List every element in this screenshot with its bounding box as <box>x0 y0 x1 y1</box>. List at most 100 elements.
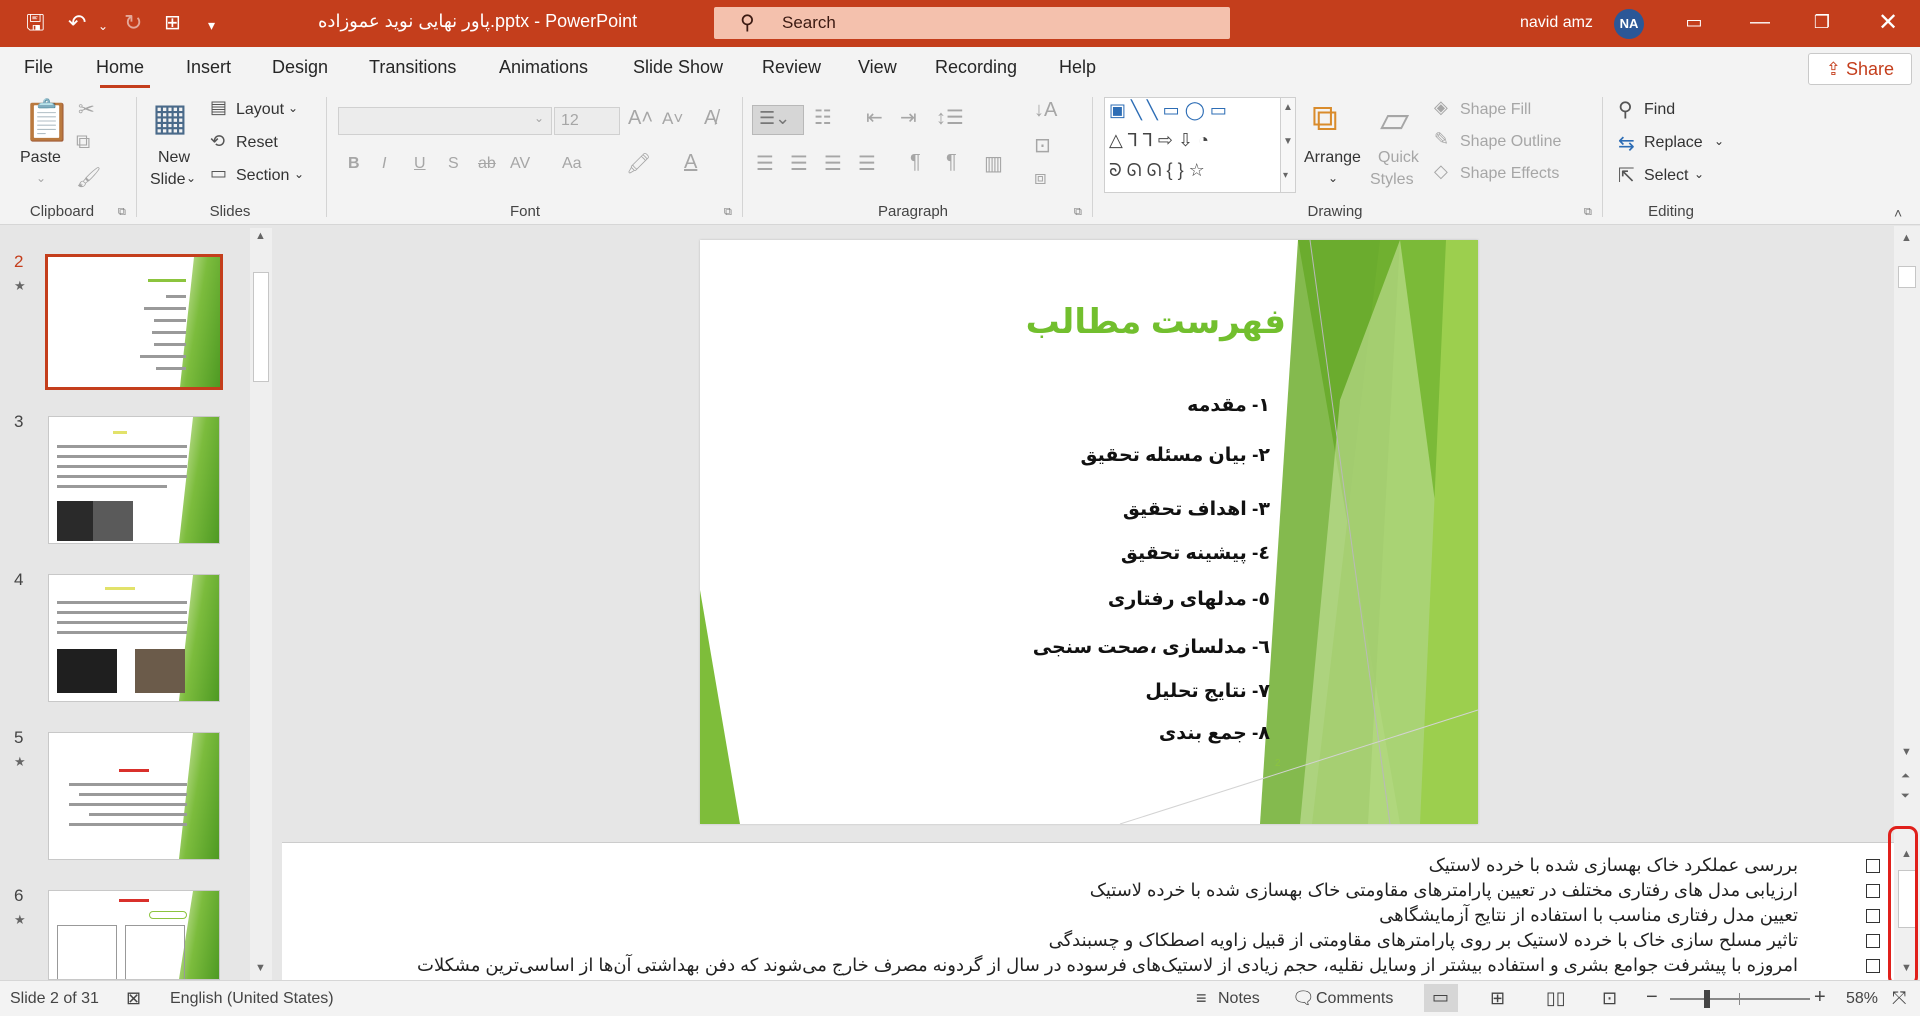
shadow-button[interactable]: S <box>448 155 459 173</box>
quick-styles-label-2[interactable]: Styles <box>1370 171 1414 189</box>
slideshow-view-icon[interactable]: ⊡ <box>1602 988 1617 1009</box>
language-indicator[interactable]: English (United States) <box>170 990 334 1008</box>
accessibility-icon[interactable]: ⊠ <box>126 988 141 1009</box>
text-direction-icon[interactable]: ↓A <box>1034 99 1057 122</box>
zoom-in-icon[interactable]: + <box>1814 986 1826 1009</box>
current-slide[interactable]: فهرست مطالب ۱- مقدمه ۲- بیان مسئله تحقیق… <box>700 240 1478 824</box>
tab-home[interactable]: Home <box>96 57 144 78</box>
clipboard-launcher-icon[interactable]: ⧉ <box>118 206 126 219</box>
columns-icon[interactable]: ▥ <box>984 151 1003 176</box>
shapes-row-3-icon[interactable]: ᘐᘏᘏ{}☆ <box>1109 160 1210 181</box>
paste-icon[interactable]: 📋 <box>22 97 72 144</box>
character-spacing-button[interactable]: AV <box>510 155 530 173</box>
line-spacing-icon[interactable]: ↕☰ <box>936 105 964 130</box>
section-button[interactable]: Section <box>236 167 289 185</box>
replace-button[interactable]: Replace <box>1644 134 1703 152</box>
gallery-more-icon[interactable]: ▾ <box>1283 170 1288 181</box>
shapes-row-2-icon[interactable]: △⅂⅂⇨⇩◔ <box>1109 130 1214 151</box>
bullets-button[interactable]: ☰⌄ <box>752 105 804 135</box>
format-painter-icon[interactable]: 🖌 <box>76 165 101 190</box>
scroll-up-icon[interactable]: ▲ <box>1901 232 1912 244</box>
align-left-icon[interactable]: ☰ <box>756 151 774 176</box>
reading-view-icon[interactable]: ▯▯ <box>1546 988 1566 1009</box>
shapes-gallery[interactable]: ▣╲╲▭◯▭ △⅂⅂⇨⇩◔ ᘐᘏᘏ{}☆ <box>1104 97 1286 193</box>
collapse-ribbon-icon[interactable]: ˄ <box>1894 205 1902 221</box>
drawing-launcher-icon[interactable]: ⧉ <box>1584 206 1592 219</box>
reset-button[interactable]: Reset <box>236 134 278 152</box>
align-text-icon[interactable]: ⊡ <box>1034 133 1051 158</box>
layout-icon[interactable]: ▤ <box>210 97 227 118</box>
rtl-icon[interactable]: ¶ <box>946 151 957 174</box>
slide-thumbnail-2[interactable] <box>45 254 223 390</box>
cut-icon[interactable]: ✂ <box>78 97 95 122</box>
fit-slide-icon[interactable]: ⤧ <box>1892 988 1906 1009</box>
zoom-out-icon[interactable]: − <box>1646 986 1658 1009</box>
align-center-icon[interactable]: ☰ <box>790 151 808 176</box>
find-button[interactable]: Find <box>1644 101 1675 119</box>
thumbnail-scrollbar[interactable]: ▲ ▼ <box>250 228 272 980</box>
avatar[interactable]: NA <box>1614 9 1644 39</box>
normal-view-button[interactable]: ▭ <box>1424 984 1458 1012</box>
previous-slide-icon[interactable]: ⏶ <box>1901 770 1910 783</box>
font-name-dropdown-icon[interactable]: ⌄ <box>534 111 544 125</box>
increase-indent-icon[interactable]: ⇥ <box>900 105 917 130</box>
zoom-slider[interactable] <box>1670 998 1810 1000</box>
search-box[interactable]: ⚲ Search <box>714 7 1230 39</box>
save-icon[interactable]: 🖫 <box>26 9 45 37</box>
new-slide-icon[interactable]: ▦ <box>152 95 188 140</box>
layout-button[interactable]: Layout <box>236 101 284 119</box>
arrange-icon[interactable]: ⧉ <box>1312 97 1338 140</box>
clear-formatting-icon[interactable]: A̸ <box>704 107 717 130</box>
ribbon-display-options-icon[interactable]: ▭ <box>1664 0 1724 47</box>
notes-pane[interactable]: بررسی عملکرد خاک بهسازی شده با خرده لاست… <box>282 842 1898 981</box>
quick-styles-icon[interactable]: ▱ <box>1380 97 1409 142</box>
paste-label[interactable]: Paste <box>20 149 61 167</box>
new-slide-dropdown-icon[interactable]: ⌄ <box>186 171 196 185</box>
slide-title[interactable]: فهرست مطالب <box>1026 302 1286 342</box>
shape-effects-icon[interactable]: ◇ <box>1434 161 1448 182</box>
undo-icon[interactable]: ↶ <box>68 9 86 37</box>
strikethrough-button[interactable]: ab <box>478 155 496 173</box>
paste-dropdown-icon[interactable]: ⌄ <box>36 171 46 185</box>
change-case-button[interactable]: Aa <box>562 155 582 173</box>
scroll-down-icon[interactable]: ▼ <box>255 962 266 974</box>
tab-design[interactable]: Design <box>272 57 328 78</box>
redo-icon[interactable]: ↻ <box>124 9 142 37</box>
ltr-icon[interactable]: ¶ <box>910 151 921 174</box>
scroll-thumb[interactable] <box>1898 266 1916 288</box>
user-name[interactable]: navid amz <box>1520 14 1593 32</box>
italic-button[interactable]: I <box>382 155 386 173</box>
justify-icon[interactable]: ☰ <box>858 151 876 176</box>
smartart-icon[interactable]: ⧈ <box>1034 167 1047 190</box>
shapes-row-1-icon[interactable]: ▣╲╲▭◯▭ <box>1109 100 1232 121</box>
arrange-button[interactable]: Arrange <box>1304 149 1361 167</box>
shape-fill-icon[interactable]: ◈ <box>1434 97 1448 118</box>
slide-thumbnail-6[interactable] <box>48 890 220 980</box>
decrease-font-icon[interactable]: A˅ <box>662 109 683 129</box>
shape-fill-button[interactable]: Shape Fill <box>1460 101 1531 119</box>
find-icon[interactable]: ⚲ <box>1618 97 1633 122</box>
align-right-icon[interactable]: ☰ <box>824 151 842 176</box>
replace-icon[interactable]: ⇆ <box>1618 131 1635 156</box>
decrease-indent-icon[interactable]: ⇤ <box>866 105 883 130</box>
select-icon[interactable]: ⇱ <box>1618 163 1635 188</box>
tab-animations[interactable]: Animations <box>499 57 588 78</box>
underline-button[interactable]: U <box>414 155 426 173</box>
paragraph-launcher-icon[interactable]: ⧉ <box>1074 206 1082 219</box>
tab-help[interactable]: Help <box>1059 57 1096 78</box>
start-slideshow-icon[interactable]: ⊞ <box>164 9 181 37</box>
highlight-icon[interactable]: 🖍 <box>626 151 651 176</box>
bold-button[interactable]: B <box>348 155 360 173</box>
undo-dropdown-icon[interactable]: ⌄ <box>98 12 108 40</box>
gallery-up-icon[interactable]: ▲ <box>1283 102 1293 113</box>
minimize-icon[interactable]: — <box>1730 0 1790 47</box>
tab-review[interactable]: Review <box>762 57 821 78</box>
slide-thumbnail-4[interactable] <box>48 574 220 702</box>
shape-outline-button[interactable]: Shape Outline <box>1460 133 1561 151</box>
reset-icon[interactable]: ⟲ <box>210 131 225 152</box>
copy-icon[interactable]: ⧉ <box>76 131 90 154</box>
restore-icon[interactable]: ❐ <box>1792 0 1852 47</box>
zoom-slider-handle[interactable] <box>1704 990 1710 1008</box>
shape-effects-button[interactable]: Shape Effects <box>1460 165 1559 183</box>
font-name-box[interactable] <box>338 107 552 135</box>
